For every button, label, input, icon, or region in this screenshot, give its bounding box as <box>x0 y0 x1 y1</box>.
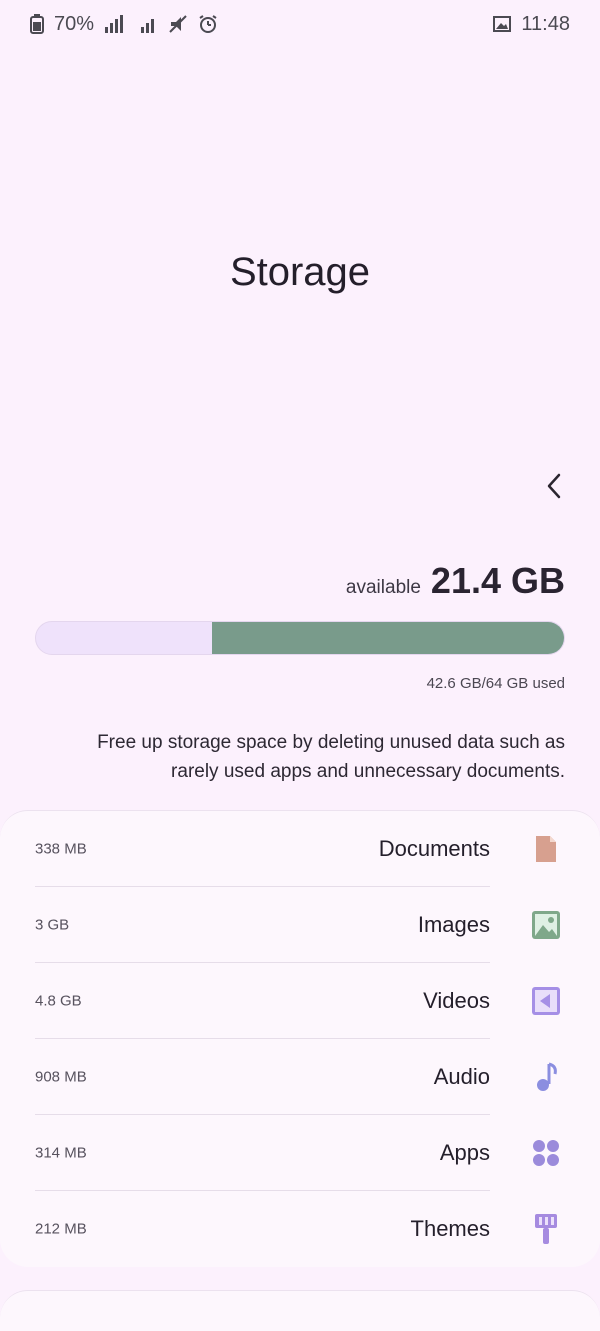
category-name: Images <box>417 912 490 937</box>
status-right-group: 11:48 <box>493 13 570 36</box>
gallery-notification-icon <box>493 16 512 32</box>
storage-used-text: 42.6 GB/64 GB used <box>426 675 565 692</box>
mute-icon <box>168 14 188 34</box>
category-size: 3 GB <box>35 916 70 934</box>
category-row-audio[interactable]: Audio 908 MB <box>0 1039 600 1115</box>
category-name: Audio <box>433 1064 490 1089</box>
category-size: 908 MB <box>35 1068 87 1086</box>
category-size: 338 MB <box>35 840 87 858</box>
details-chevron-button[interactable] <box>535 468 571 504</box>
category-name: Apps <box>439 1140 490 1165</box>
status-left-group: 70% <box>30 13 218 36</box>
category-size: 4.8 GB <box>35 992 82 1010</box>
category-list: Documents 338 MB Images 3 GB Videos 4.8 … <box>0 810 600 1267</box>
next-section-card <box>0 1290 600 1331</box>
apps-grid-icon <box>524 1131 568 1175</box>
clock: 11:48 <box>521 12 570 35</box>
available-summary: 21.4 GB available <box>346 560 565 602</box>
category-name: Themes <box>410 1216 490 1241</box>
chevron-icon <box>547 473 561 499</box>
paint-brush-icon <box>524 1207 568 1251</box>
document-icon <box>524 827 568 871</box>
status-bar: 70% 11:48 <box>0 0 600 48</box>
category-name: Videos <box>423 988 490 1013</box>
alarm-icon <box>198 14 218 34</box>
category-row-themes[interactable]: Themes 212 MB <box>0 1191 600 1267</box>
signal-icon <box>104 15 130 33</box>
available-label: available <box>345 577 421 598</box>
category-name: Documents <box>378 836 490 861</box>
category-row-images[interactable]: Images 3 GB <box>0 887 600 963</box>
storage-usage-bar <box>35 621 565 655</box>
free-up-info-text: Free up storage space by deleting unused… <box>97 732 565 782</box>
category-row-videos[interactable]: Videos 4.8 GB <box>0 963 600 1039</box>
category-row-apps[interactable]: Apps 314 MB <box>0 1115 600 1191</box>
music-note-icon <box>524 1055 568 1099</box>
battery-percent: 70% <box>54 12 95 35</box>
category-size: 212 MB <box>35 1220 87 1238</box>
battery-icon <box>30 14 44 34</box>
signal-secondary-icon <box>140 15 158 33</box>
category-size: 314 MB <box>35 1144 87 1162</box>
category-row-documents[interactable]: Documents 338 MB <box>0 811 600 887</box>
page-title: Storage <box>229 250 371 294</box>
video-icon <box>524 979 568 1023</box>
available-amount: 21.4 GB <box>430 560 565 601</box>
storage-used-fill <box>212 622 564 654</box>
image-icon <box>524 903 568 947</box>
